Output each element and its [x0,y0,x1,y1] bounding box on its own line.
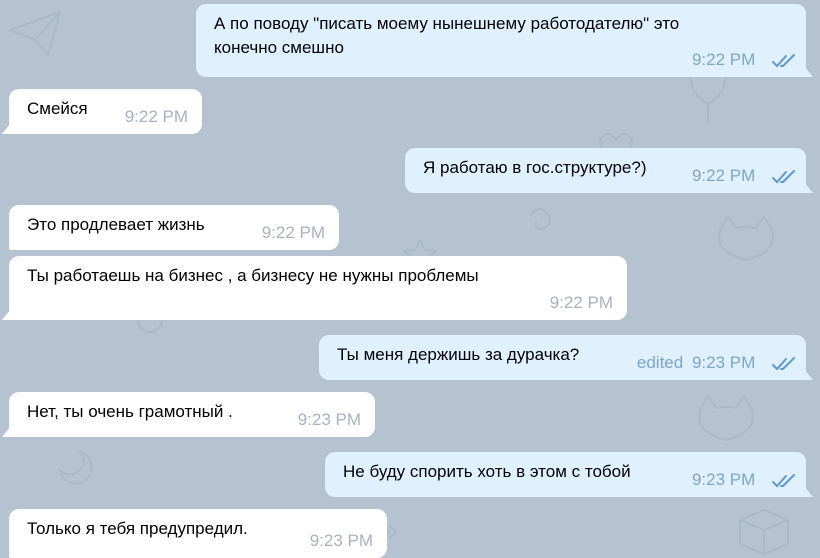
message-meta: 9:22 PM [262,223,325,243]
message-meta: 9:22 PM [692,50,796,70]
bubble-tail [2,427,10,437]
message-meta: 9:22 PM [125,107,188,127]
message-time: 9:22 PM [124,107,188,126]
bubble-tail [805,487,813,497]
message-time: 9:23 PM [297,410,361,429]
message-bubble-incoming[interactable]: Это продлевает жизнь 9:22 PM [9,205,339,250]
message-time: 9:22 PM [691,166,756,185]
bubble-tail [805,183,813,193]
message-time: 9:22 PM [261,223,325,242]
bubble-tail [2,310,10,320]
message-bubble-incoming[interactable]: Смейся 9:22 PM [2,89,202,134]
message-time: 9:22 PM [691,50,756,69]
message-time: 9:23 PM [309,531,373,550]
bubble-tail [805,370,813,380]
cat-doodle-2 [698,394,754,442]
message-bubble-incoming[interactable]: Нет, ты очень грамотный . 9:23 PM [2,392,375,437]
message-time: 9:22 PM [549,293,613,312]
message-meta: 9:22 PM [550,293,613,313]
double-check-icon [772,357,795,371]
message-meta: 9:23 PM [310,531,373,551]
moon-doodle [58,450,93,485]
message-text: А по поводу "писать моему нынешнему рабо… [214,14,680,33]
message-meta: 9:23 PM [298,410,361,430]
bubble-tail [2,124,10,134]
message-bubble-outgoing[interactable]: Не буду спорить хоть в этом с тобой 9:23… [325,452,813,497]
message-bubble-outgoing[interactable]: А по поводу "писать моему нынешнему рабо… [196,4,813,77]
message-time: 9:23 PM [691,353,756,372]
box-doodle [739,508,789,556]
message-text: Ты работаешь на бизнес , а бизнесу не ну… [27,266,479,285]
message-meta: 9:22 PM [692,166,796,186]
bubble-tail [805,67,813,77]
message-meta: 9:23 PM [692,470,796,490]
double-check-icon [772,474,795,488]
cat-doodle [718,214,774,262]
message-bubble-outgoing[interactable]: Ты меня держишь за дурачка? edited 9:23 … [319,335,813,380]
message-bubble-outgoing[interactable]: Я работаю в гос.структуре?) 9:22 PM [405,148,813,193]
double-check-icon [772,170,795,184]
edited-label: edited [636,353,684,372]
swirl-doodle [529,208,551,231]
message-time: 9:23 PM [691,470,756,489]
message-bubble-incoming[interactable]: Только я тебя предупредил. 9:23 PM [9,509,387,558]
message-meta: edited 9:23 PM [637,353,796,373]
paper-plane-doodle [7,10,62,58]
message-bubble-incoming[interactable]: Ты работаешь на бизнес , а бизнесу не ну… [2,256,627,320]
double-check-icon [772,54,795,68]
